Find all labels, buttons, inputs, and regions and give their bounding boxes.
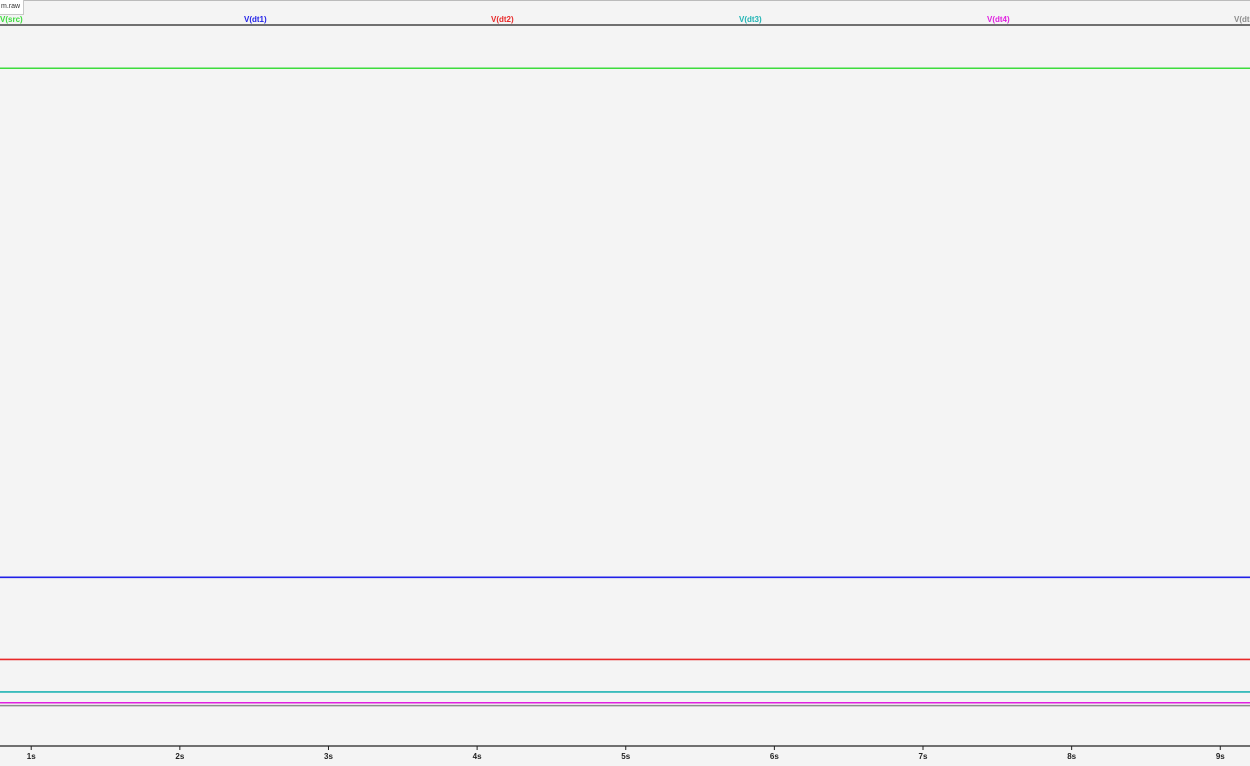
x-tick-label: 8s <box>1067 752 1076 761</box>
x-tick-label: 2s <box>175 752 184 761</box>
waveform-plot[interactable]: 1s 2s 3s 4s 5s 6s 7s 8s 9s <box>0 0 1250 766</box>
x-tick-label: 7s <box>919 752 928 761</box>
x-tick-label: 4s <box>473 752 482 761</box>
x-tick-label: 5s <box>621 752 630 761</box>
x-tick-label: 9s <box>1216 752 1225 761</box>
x-tick-label: 1s <box>27 752 36 761</box>
x-tick-label: 3s <box>324 752 333 761</box>
x-tick-label: 6s <box>770 752 779 761</box>
